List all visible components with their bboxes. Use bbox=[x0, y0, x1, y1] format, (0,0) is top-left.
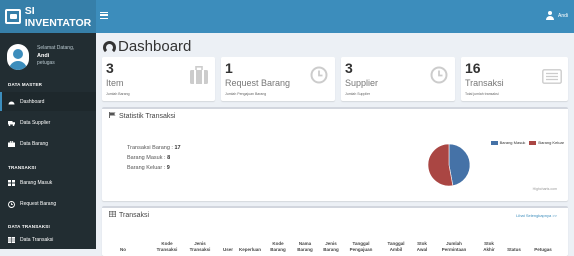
card-item[interactable]: 3 Item Jumlah Barang bbox=[102, 57, 215, 101]
main-content: Dashboard 3 Item Jumlah Barang 1 Request… bbox=[96, 33, 574, 256]
table-header-cell[interactable]: Keperluan bbox=[238, 247, 262, 253]
sidebar-item-data-supplier[interactable]: Data Supplier bbox=[0, 113, 96, 132]
card-subtitle: Jumlah Pengajuan Barang bbox=[225, 92, 267, 96]
stat-barang-masuk: Barang Masuk : 8 bbox=[127, 155, 171, 161]
sidebar-item-label: Request Barang bbox=[20, 200, 57, 207]
sidebar-item-dashboard[interactable]: Dashboard bbox=[0, 92, 96, 111]
user-icon bbox=[545, 11, 554, 20]
card-supplier[interactable]: 3 Supplier Jumlah Supplier bbox=[341, 57, 455, 101]
truck-icon bbox=[8, 120, 15, 126]
panel-title: Transaksi bbox=[109, 211, 149, 219]
user-panel: Selamat Datang, Andi petugas bbox=[0, 33, 96, 75]
briefcase-icon bbox=[8, 140, 15, 147]
flag-icon bbox=[109, 112, 116, 120]
card-label: Request Barang bbox=[225, 78, 291, 88]
stat-transaksi-barang: Transaksi Barang : 17 bbox=[127, 145, 181, 151]
stat-barang-keluar: Barang Keluar : 9 bbox=[127, 165, 170, 171]
card-number: 3 bbox=[106, 60, 114, 76]
sidebar: SI INVENTATOR Selamat Datang, Andi petug… bbox=[0, 0, 96, 249]
dashboard-icon bbox=[103, 41, 116, 54]
app-logo[interactable]: SI INVENTATOR bbox=[0, 0, 96, 33]
table-header-cell[interactable]: Stok Awal bbox=[413, 241, 431, 252]
table-header-cell[interactable]: Status bbox=[505, 247, 523, 253]
grid-icon bbox=[8, 179, 15, 186]
sidebar-item-label: Data Transaksi bbox=[20, 236, 54, 243]
sidebar-item-request-barang[interactable]: Request Barang bbox=[0, 194, 96, 213]
card-label: Transaksi bbox=[465, 78, 504, 88]
top-navbar: Andi bbox=[96, 0, 574, 33]
page-title-text: Dashboard bbox=[118, 38, 192, 55]
card-subtitle: Jumlah Barang bbox=[106, 92, 130, 96]
card-request-barang[interactable]: 1 Request Barang Jumlah Pengajuan Barang bbox=[221, 57, 335, 101]
table-header-cell[interactable]: Petugas bbox=[531, 247, 555, 253]
card-number: 3 bbox=[345, 60, 353, 76]
card-number: 16 bbox=[465, 60, 481, 76]
table-header-cell[interactable]: Tanggal Ambil bbox=[384, 241, 408, 252]
legend-label-keluar[interactable]: Barang Keluar bbox=[538, 140, 564, 145]
table-header-cell[interactable]: Jumlah Permintaan bbox=[439, 241, 469, 252]
card-label: Item bbox=[106, 78, 124, 88]
pie-slice-masuk[interactable] bbox=[448, 143, 471, 186]
user-name: Andi bbox=[37, 52, 50, 59]
greeting: Selamat Datang, bbox=[37, 45, 75, 52]
clock-icon bbox=[310, 66, 328, 89]
menu-toggle-icon[interactable] bbox=[100, 12, 108, 19]
pie-slice-keluar[interactable] bbox=[427, 143, 454, 187]
list-icon bbox=[542, 69, 562, 89]
sidebar-item-data-barang[interactable]: Data Barang bbox=[0, 134, 96, 153]
chart-credit[interactable]: Highcharts.com bbox=[533, 187, 557, 191]
card-subtitle: Jumlah Supplier bbox=[345, 92, 371, 96]
logo-icon bbox=[5, 9, 21, 24]
avatar bbox=[7, 43, 29, 70]
sidebar-item-data-transaksi[interactable]: Data Transaksi bbox=[0, 230, 96, 249]
sidebar-item-label: Data Barang bbox=[20, 140, 49, 147]
table-header-cell[interactable]: Kode Barang bbox=[266, 241, 290, 252]
sidebar-item-label: Data Supplier bbox=[20, 119, 51, 126]
card-label: Supplier bbox=[345, 78, 379, 88]
app-title: SI INVENTATOR bbox=[24, 4, 92, 29]
table-icon bbox=[109, 211, 117, 219]
user-info: Selamat Datang, Andi petugas bbox=[37, 45, 74, 67]
clock-icon bbox=[430, 66, 448, 89]
table-header-cell[interactable]: Tanggal Pengajuan bbox=[346, 241, 376, 252]
sidebar-item-barang-masuk[interactable]: Barang Masuk bbox=[0, 173, 96, 192]
card-number: 1 bbox=[225, 60, 233, 76]
user-menu[interactable]: Andi bbox=[545, 11, 568, 20]
panel-title-text: Statistik Transaksi bbox=[119, 112, 176, 120]
chart-legend: Barang Masuk Barang Keluar bbox=[490, 140, 564, 145]
table-icon bbox=[8, 236, 15, 243]
table-header-cell[interactable]: Stok Akhir bbox=[480, 241, 498, 252]
panel-title: Statistik Transaksi bbox=[109, 112, 175, 120]
table-header-cell[interactable]: User bbox=[220, 247, 236, 253]
card-subtitle: Total jumlah transaksi bbox=[465, 92, 499, 96]
clock-icon bbox=[8, 200, 15, 208]
view-all-link[interactable]: Lihat Selengkapnya >> bbox=[516, 213, 557, 218]
table-header-cell[interactable]: No bbox=[115, 247, 131, 253]
pie-chart bbox=[427, 143, 471, 187]
page-title: Dashboard bbox=[103, 38, 191, 55]
table-header-cell[interactable]: Nama Barang bbox=[293, 241, 317, 252]
sidebar-item-label: Barang Masuk bbox=[20, 179, 53, 186]
card-transaksi[interactable]: 16 Transaksi Total jumlah transaksi bbox=[461, 57, 568, 101]
sidebar-item-label: Dashboard bbox=[20, 98, 45, 105]
table-header-cell[interactable]: Kode Transaksi bbox=[154, 241, 180, 252]
statistik-panel: Statistik Transaksi Transaksi Barang : 1… bbox=[102, 107, 568, 201]
table-header-cell[interactable]: Jenis Barang bbox=[319, 241, 343, 252]
legend-swatch-masuk bbox=[490, 140, 498, 145]
briefcase-icon bbox=[190, 66, 208, 89]
legend-label-masuk[interactable]: Barang Masuk bbox=[500, 140, 526, 145]
dashboard-icon bbox=[8, 99, 15, 105]
table-header-cell[interactable]: Jenis Transaksi bbox=[187, 241, 213, 252]
legend-swatch-keluar bbox=[529, 140, 537, 145]
top-user-name: Andi bbox=[557, 12, 568, 19]
panel-title-text: Transaksi bbox=[119, 211, 150, 219]
user-role: petugas bbox=[37, 60, 55, 67]
